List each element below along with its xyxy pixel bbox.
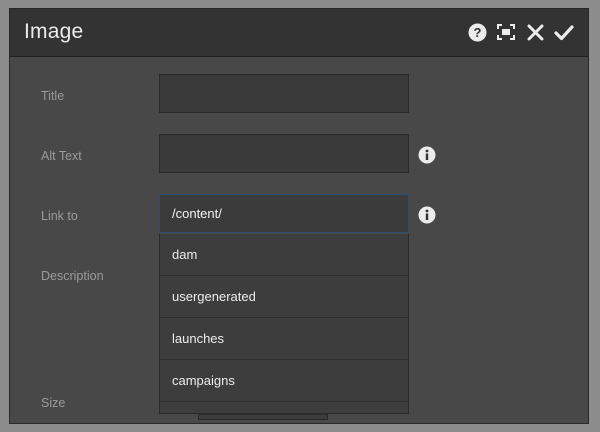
image-dialog: Image ? Title Alt Text Link to /content/… [9,8,589,424]
link-to-field[interactable] [159,194,409,233]
alt-text-label: Alt Text [41,149,82,163]
title-label: Title [41,89,65,103]
svg-text:?: ? [473,25,481,40]
autocomplete-item[interactable]: campaigns [160,360,408,402]
autocomplete-item[interactable]: usergenerated [160,276,408,318]
link-to-info-icon[interactable] [418,206,436,224]
title-field[interactable] [159,74,409,113]
dialog-titlebar: Image ? [10,9,588,57]
alt-text-info-icon[interactable] [418,146,436,164]
size-label: Size [41,396,66,410]
title-input[interactable] [160,75,408,112]
titlebar-actions: ? [467,22,574,42]
link-to-input[interactable] [160,195,408,232]
link-to-label: Link to [41,209,78,223]
autocomplete-item[interactable]: dam [160,234,408,276]
link-autocomplete-list: dam usergenerated launches campaigns [159,234,409,414]
fullscreen-icon[interactable] [496,22,516,42]
autocomplete-item[interactable]: launches [160,318,408,360]
size-field-partial [198,414,328,420]
description-label: Description [41,269,104,283]
alt-text-input[interactable] [160,135,408,172]
checkmark-icon[interactable] [554,22,574,42]
help-icon[interactable]: ? [467,22,487,42]
close-icon[interactable] [525,22,545,42]
alt-text-field[interactable] [159,134,409,173]
dialog-title: Image [24,20,84,43]
